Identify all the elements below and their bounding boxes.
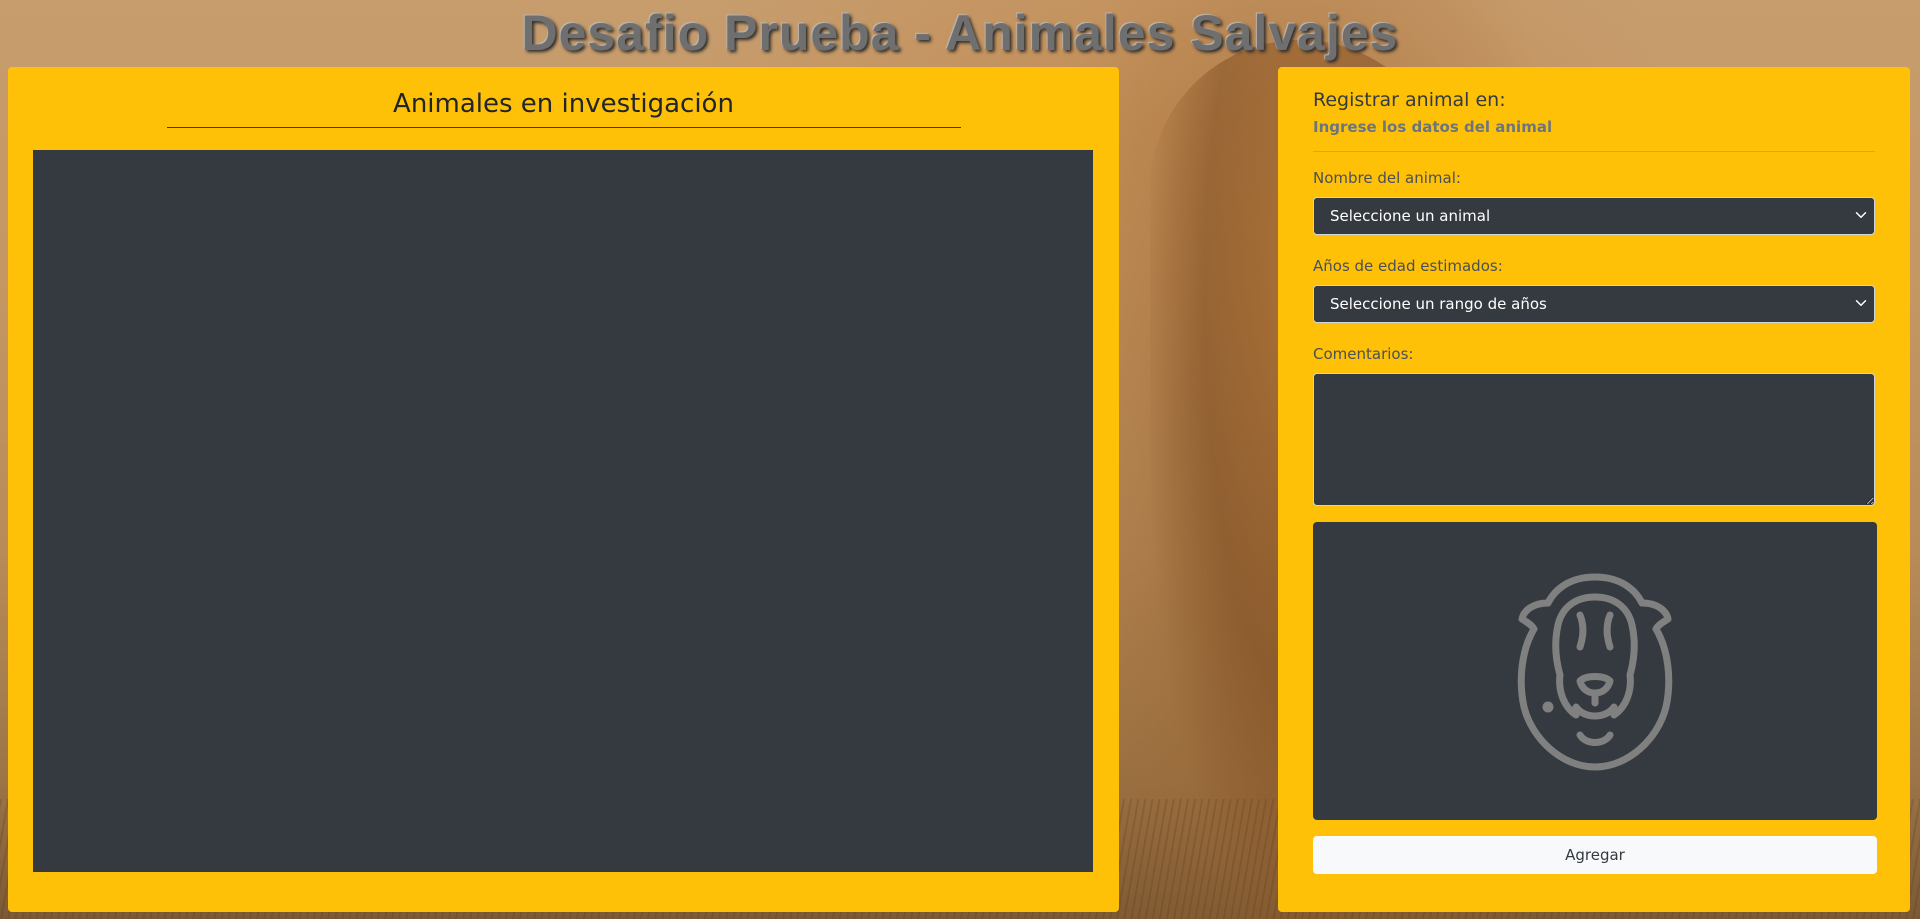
animal-name-label: Nombre del animal: <box>1313 169 1461 187</box>
form-subtitle: Ingrese los datos del animal <box>1313 118 1553 136</box>
research-heading: Animales en investigación <box>166 89 961 128</box>
animal-select-wrapper: Seleccione un animal <box>1313 197 1875 235</box>
form-divider <box>1313 151 1875 152</box>
age-label: Años de edad estimados: <box>1313 257 1503 275</box>
page-title: Desafio Prueba - Animales Salvajes <box>521 5 1399 61</box>
comments-label: Comentarios: <box>1313 345 1414 363</box>
animal-select[interactable]: Seleccione un animal <box>1313 197 1875 235</box>
age-select[interactable]: Seleccione un rango de años <box>1313 285 1875 323</box>
animals-container <box>33 150 1093 872</box>
add-button[interactable]: Agregar <box>1313 836 1877 874</box>
form-title: Registrar animal en: <box>1313 89 1506 111</box>
age-select-wrapper: Seleccione un rango de años <box>1313 285 1875 323</box>
lion-icon <box>1517 573 1673 770</box>
register-form: Registrar animal en: Ingrese los datos d… <box>1278 67 1910 912</box>
research-panel: Animales en investigación <box>8 67 1119 912</box>
animal-preview <box>1313 522 1877 820</box>
comments-textarea[interactable] <box>1313 373 1875 506</box>
